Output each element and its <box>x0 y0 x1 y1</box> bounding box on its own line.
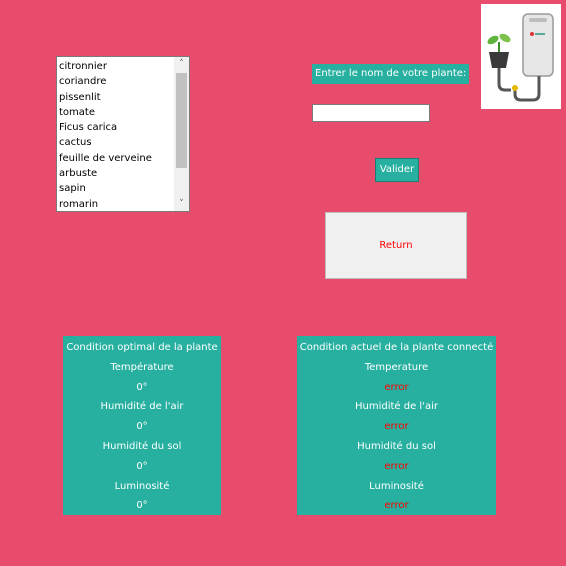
luminosity-label: Luminosité <box>369 480 424 492</box>
list-item[interactable]: romarin <box>59 197 173 209</box>
air-humidity-label: Humidité de l'air <box>355 401 438 413</box>
validate-button[interactable]: Valider <box>375 158 419 182</box>
list-item[interactable]: Ficus carica <box>59 120 173 135</box>
list-item[interactable]: coriandre <box>59 74 173 89</box>
luminosity-value: error <box>384 500 409 512</box>
temperature-value: error <box>384 381 409 393</box>
return-button[interactable]: Return <box>325 212 467 279</box>
list-item[interactable]: tomate <box>59 105 173 120</box>
chevron-down-icon[interactable]: ˅ <box>174 197 189 211</box>
air-humidity-label: Humidité de l'air <box>100 401 184 413</box>
optimal-conditions-panel: Condition optimal de la plante Températu… <box>63 336 221 515</box>
plant-sensor-logo <box>481 4 561 109</box>
list-item[interactable]: sapin <box>59 181 173 196</box>
plant-name-label: Entrer le nom de votre plante: <box>312 64 470 84</box>
luminosity-label: Luminosité <box>114 480 170 492</box>
list-item[interactable]: feuille de verveine <box>59 151 173 166</box>
temperature-label: Temperature <box>364 361 429 373</box>
air-humidity-value: error <box>384 421 409 433</box>
list-item[interactable]: arbuste <box>59 166 173 181</box>
listbox-scrollbar[interactable]: ˄ ˅ <box>174 57 189 211</box>
list-item[interactable]: citronnier <box>59 59 173 74</box>
chevron-up-icon[interactable]: ˄ <box>174 57 189 71</box>
plant-sensor-icon <box>487 13 554 102</box>
plant-list-items: citronnier coriandre pissenlit tomate Fi… <box>59 59 173 209</box>
panel-title: Condition actuel de la plante connecté <box>299 342 494 353</box>
list-item[interactable]: pissenlit <box>59 90 173 105</box>
luminosity-value: 0° <box>136 500 148 512</box>
list-item[interactable]: cactus <box>59 135 173 150</box>
soil-humidity-label: Humidité du sol <box>357 440 436 452</box>
soil-humidity-value: error <box>384 460 409 472</box>
current-conditions-panel: Condition actuel de la plante connecté T… <box>297 336 496 515</box>
plant-name-input[interactable] <box>312 104 430 122</box>
scroll-thumb[interactable] <box>176 73 187 168</box>
air-humidity-value: 0° <box>136 421 148 433</box>
plant-listbox[interactable]: citronnier coriandre pissenlit tomate Fi… <box>56 56 190 212</box>
soil-humidity-value: 0° <box>136 460 148 472</box>
panel-title: Condition optimal de la plante <box>66 342 218 353</box>
temperature-value: 0° <box>136 381 148 393</box>
temperature-label: Température <box>110 361 174 373</box>
soil-humidity-label: Humidité du sol <box>102 440 182 452</box>
